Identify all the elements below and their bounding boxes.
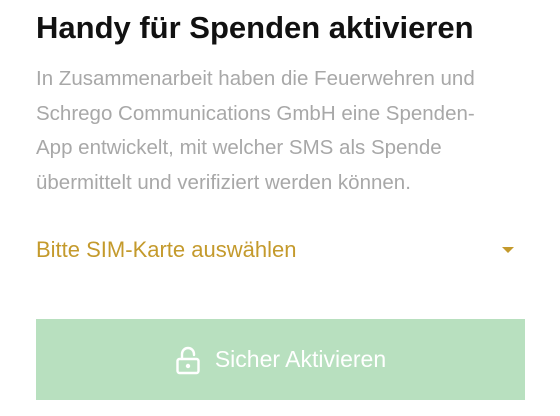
sim-card-dropdown-label: Bitte SIM-Karte auswählen (36, 237, 297, 262)
description-line: übermittelt und verifiziert werden könne… (36, 170, 411, 194)
activate-button[interactable]: Sicher Aktivieren (36, 319, 525, 400)
sim-card-dropdown[interactable]: Bitte SIM-Karte auswählen (36, 228, 524, 272)
description-line: App entwickelt, mit welcher SMS als Spen… (36, 136, 442, 159)
activation-screen: Handy für Spenden aktivieren In Zusammen… (0, 0, 560, 416)
description-text: In Zusammenarbeit haben die Feuerwehren … (36, 62, 536, 200)
activate-button-content: Sicher Aktivieren (175, 345, 386, 375)
lock-open-icon (175, 345, 201, 375)
activate-button-label: Sicher Aktivieren (214, 346, 387, 372)
description-line: Schrego Communications GmbH eine Spenden… (36, 101, 475, 125)
description-line: In Zusammenarbeit haben die Feuerwehren … (36, 67, 475, 90)
caret-down-icon (502, 247, 514, 253)
page-title: Handy für Spenden aktivieren (36, 10, 474, 45)
